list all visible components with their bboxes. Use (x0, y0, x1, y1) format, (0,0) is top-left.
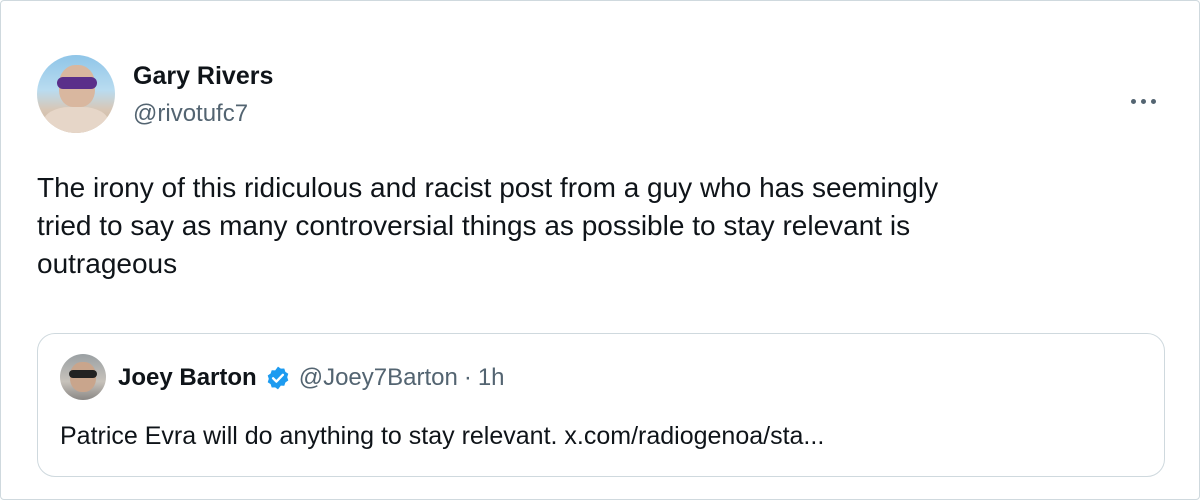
more-options-button[interactable] (1121, 87, 1165, 115)
avatar[interactable] (37, 55, 115, 133)
tweet-text: The irony of this ridiculous and racist … (37, 169, 1177, 283)
quoted-tweet-card[interactable]: Joey Barton @Joey7Barton · 1h Patrice Ev… (37, 333, 1165, 477)
separator-dot: · (463, 364, 472, 391)
quoted-author-display-name[interactable]: Joey Barton (118, 364, 257, 392)
quoted-tweet-text: Patrice Evra will do anything to stay re… (60, 422, 825, 450)
tweet-text-line: The irony of this ridiculous and racist … (37, 172, 939, 203)
quoted-author-avatar[interactable] (60, 354, 106, 400)
quoted-author-handle[interactable]: @Joey7Barton (299, 364, 458, 392)
verified-badge-icon (267, 366, 288, 390)
author-display-name[interactable]: Gary Rivers (133, 62, 273, 91)
tweet-text-line: outrageous (37, 248, 178, 279)
quoted-tweet-time[interactable]: 1h (478, 364, 505, 392)
tweet-text-line: tried to say as many controversial thing… (37, 210, 911, 241)
quoted-tweet-header: Joey Barton @Joey7Barton · 1h (118, 364, 505, 392)
tweet-card: Gary Rivers @rivotufc7 The irony of this… (0, 0, 1200, 500)
more-horizontal-icon (1130, 98, 1156, 104)
author-handle[interactable]: @rivotufc7 (133, 100, 248, 128)
avatar-sunglasses-shape (57, 77, 97, 89)
quoted-avatar-sunglasses-shape (69, 370, 97, 378)
avatar-body-shape (43, 107, 109, 133)
